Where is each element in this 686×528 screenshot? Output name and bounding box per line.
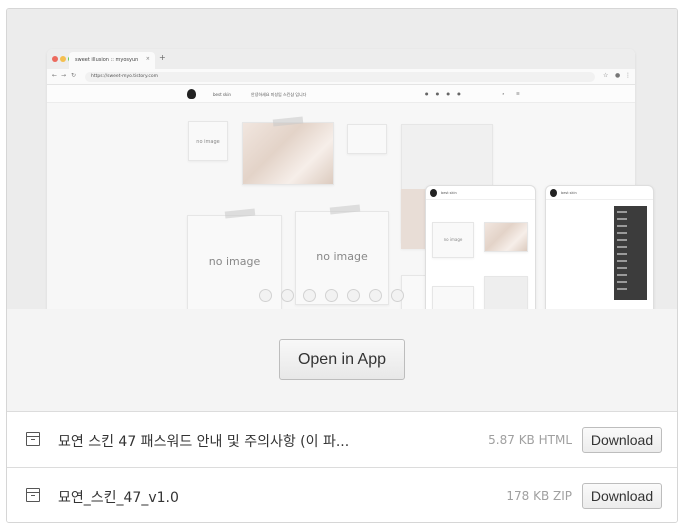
extension-icon: ● <box>615 72 621 79</box>
browser-tabbar: sweet illusion :: myosyun × + <box>47 49 635 69</box>
mobile-placeholder: no image <box>432 222 474 258</box>
menu-dots-icon: ⋮ <box>625 72 631 79</box>
site-header: best skin 안녕하세요 미성입 스킨샵 입니다 ● ● ● ● ⌕ ☰ <box>47 85 635 103</box>
mobile-thumbnail <box>432 286 474 309</box>
mobile-logo-icon <box>550 189 557 197</box>
download-button[interactable]: Download <box>582 483 662 509</box>
carousel-dot <box>281 289 294 302</box>
site-logo-icon <box>187 89 196 99</box>
tab-close-icon: × <box>145 56 150 62</box>
archive-icon <box>26 488 40 502</box>
site-name: best skin <box>213 92 231 97</box>
file-row: 묘연_스킨_47_v1.0 178 KB ZIP Download <box>7 467 677 522</box>
mobile-logo-icon <box>430 189 437 197</box>
mobile-header: best skin <box>546 186 653 200</box>
url-field: https://sweet-myo.tistory.com <box>85 72 595 82</box>
minimize-dot-icon <box>60 56 66 62</box>
carousel-dot <box>303 289 316 302</box>
file-meta: 178 KB ZIP <box>506 489 572 503</box>
open-in-app-button[interactable]: Open in App <box>279 339 405 380</box>
file-row: 묘연 스킨 47 패스워드 안내 및 주의사항 (이 파... 5.87 KB … <box>7 411 677 467</box>
attachment-card: sweet illusion :: myosyun × + ← → ↻ http… <box>6 8 678 523</box>
file-name[interactable]: 묘연 스킨 47 패스워드 안내 및 주의사항 (이 파... <box>58 431 349 451</box>
browser-urlbar: ← → ↻ https://sweet-myo.tistory.com ☆ ● … <box>47 69 635 85</box>
photo-thumbnail <box>347 124 387 154</box>
mobile-thumbnail <box>484 276 528 309</box>
carousel-dot <box>391 289 404 302</box>
carousel-dot <box>369 289 382 302</box>
browser-tab-title: sweet illusion :: myosyun <box>75 57 139 63</box>
archive-icon <box>26 432 40 446</box>
social-icons: ● ● ● ● ⌕ ☰ <box>425 91 523 96</box>
star-icon: ☆ <box>603 72 609 79</box>
close-dot-icon <box>52 56 58 62</box>
file-name[interactable]: 묘연_스킨_47_v1.0 <box>58 487 179 507</box>
thumbnail-placeholder: no image <box>188 121 228 161</box>
back-icon: ← <box>52 72 58 79</box>
file-list: 묘연 스킨 47 패스워드 안내 및 주의사항 (이 파... 5.87 KB … <box>7 411 677 522</box>
carousel-dot <box>259 289 272 302</box>
site-tagline: 안녕하세요 미성입 스킨샵 입니다 <box>251 92 307 97</box>
carousel-dot <box>325 289 338 302</box>
file-meta: 5.87 KB HTML <box>488 433 572 447</box>
download-button[interactable]: Download <box>582 427 662 453</box>
mobile-header: best skin <box>426 186 535 200</box>
mobile-menu-mockup: best skin <box>545 185 654 309</box>
reload-icon: ↻ <box>71 72 77 79</box>
mobile-lace-photo <box>484 222 528 252</box>
new-tab-icon: + <box>159 53 166 62</box>
mobile-site-name: best skin <box>441 191 457 195</box>
carousel-dots <box>259 287 413 306</box>
lace-photo <box>242 122 334 185</box>
forward-icon: → <box>61 72 67 79</box>
preview-image: sweet illusion :: myosyun × + ← → ↻ http… <box>7 9 677 309</box>
mobile-mockup: best skin no image <box>425 185 536 309</box>
carousel-dot <box>347 289 360 302</box>
browser-tab: sweet illusion :: myosyun × <box>69 52 155 69</box>
mobile-site-name: best skin <box>561 191 577 195</box>
mobile-menu-panel <box>614 206 647 300</box>
